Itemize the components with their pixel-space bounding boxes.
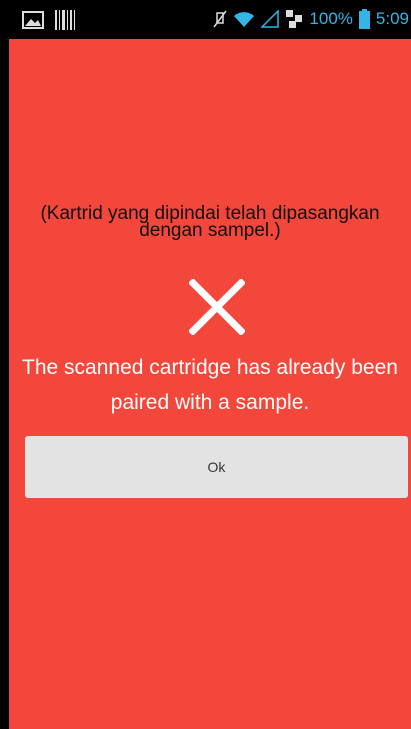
signal-icon — [261, 10, 280, 28]
status-bar: 100% 5:09 — [0, 0, 411, 39]
battery-percent: 100% — [309, 9, 353, 28]
barcode-icon — [55, 10, 75, 30]
mute-icon — [213, 10, 228, 28]
battery-icon — [358, 9, 370, 29]
network-icon — [286, 10, 303, 28]
translated-message: (Kartrid yang dipindai telah dipasangkan… — [40, 203, 380, 241]
ok-button[interactable]: Ok — [25, 436, 408, 498]
image-icon — [22, 11, 44, 29]
error-message: The scanned cartridge has already been p… — [22, 356, 398, 414]
error-screen: (Kartrid yang dipindai telah dipasangkan… — [9, 39, 411, 729]
close-icon — [189, 279, 245, 335]
status-left — [22, 9, 76, 31]
status-right: 100% 5:09 — [213, 9, 409, 29]
clock: 5:09 — [375, 9, 409, 28]
wifi-icon — [234, 12, 255, 27]
